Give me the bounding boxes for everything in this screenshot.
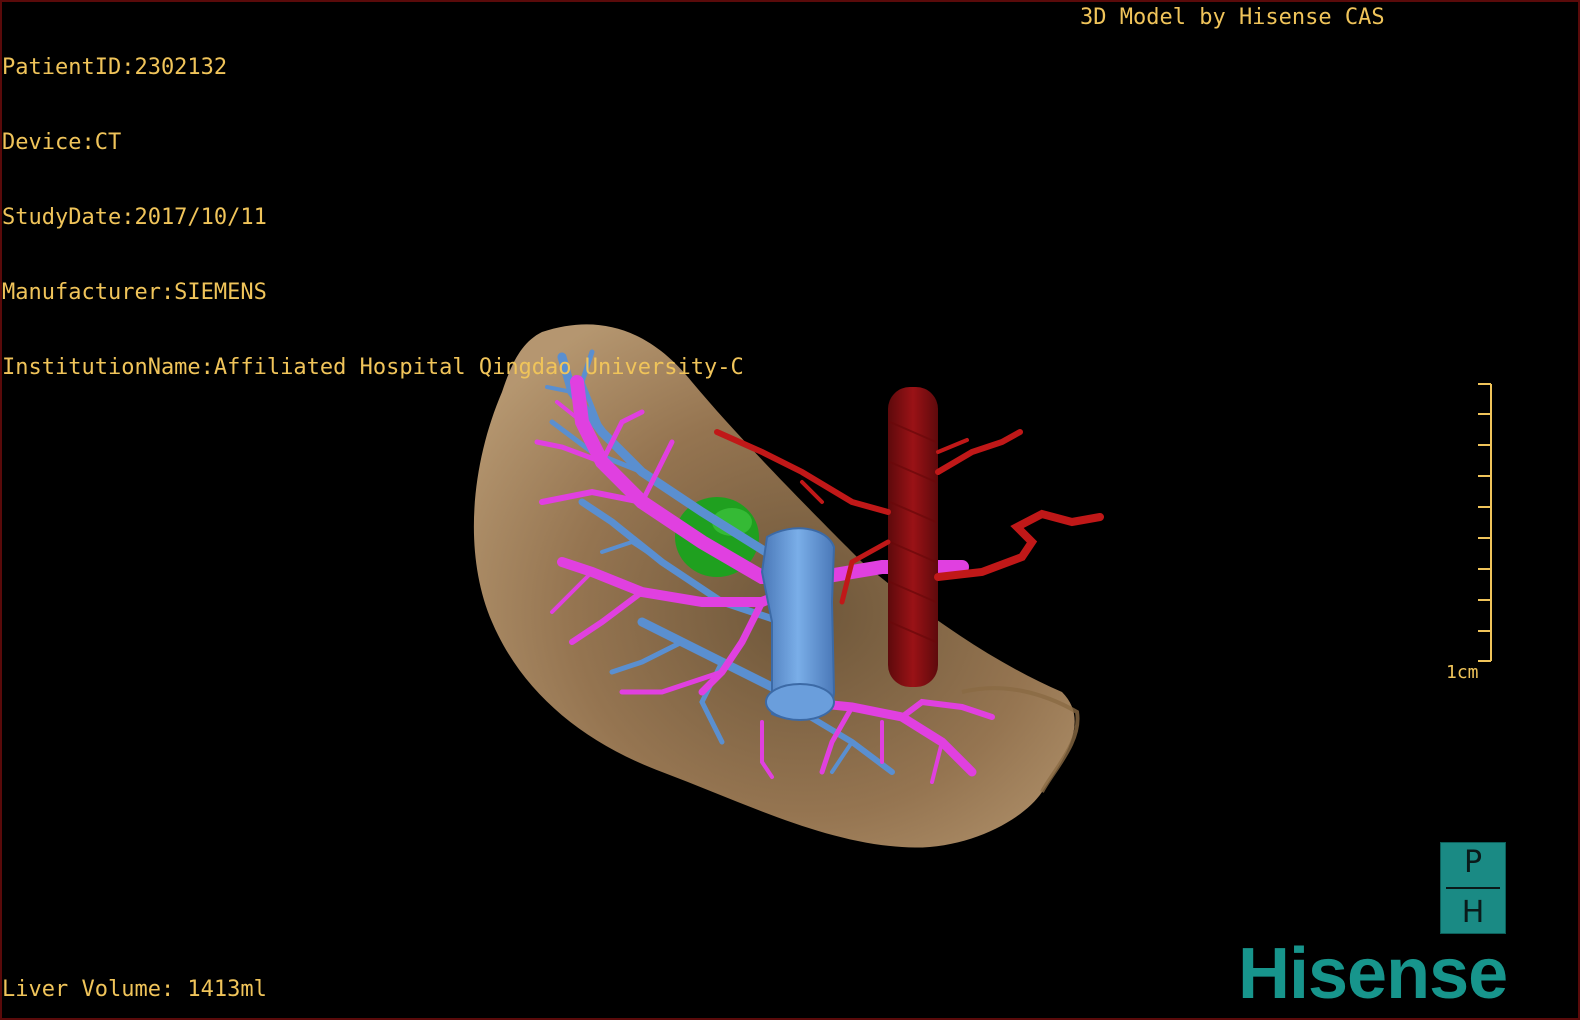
study-date-text: StudyDate:2017/10/11	[2, 205, 267, 230]
patient-id-text: PatientID:2302132	[2, 55, 228, 80]
manufacturer-text: Manufacturer:SIEMENS	[2, 280, 267, 305]
scale-label: 1cm	[1446, 662, 1479, 683]
scale-bar	[1478, 383, 1492, 662]
ph-logo-p: P	[1463, 844, 1483, 880]
model-credit-text: 3D Model by Hisense CAS	[1080, 5, 1385, 30]
liver-volume-text: Liver Volume: 1413ml	[2, 977, 267, 1002]
institution-text: InstitutionName:Affiliated Hospital Qing…	[2, 355, 744, 380]
hisense-logo: Hisense	[1238, 934, 1508, 1014]
ph-logo-divider	[1446, 886, 1500, 889]
ph-logo: P H	[1440, 842, 1506, 934]
dicom-info-overlay: PatientID:2302132 Device:CT StudyDate:20…	[2, 5, 744, 430]
3d-viewport[interactable]: PatientID:2302132 Device:CT StudyDate:20…	[0, 0, 1580, 1020]
device-text: Device:CT	[2, 130, 122, 155]
ph-logo-h: H	[1461, 895, 1485, 931]
